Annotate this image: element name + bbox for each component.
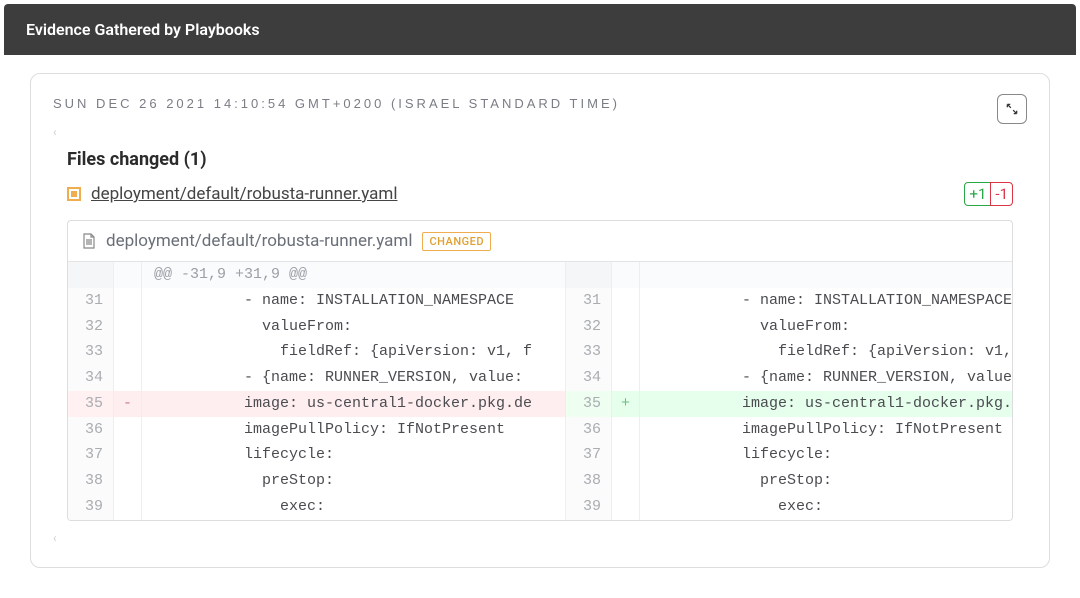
diff-container: deployment/default/robusta-runner.yaml C… (67, 220, 1013, 521)
diff-body: 313233343536373839 - @@ -31,9 +31,9 @@ -… (68, 262, 1012, 520)
line-number: 39 (566, 494, 611, 520)
line-number: 33 (68, 339, 113, 365)
section-title: Evidence Gathered by Playbooks (26, 20, 260, 39)
changed-badge: CHANGED (422, 232, 491, 251)
code-line: preStop: (142, 468, 565, 494)
code-line: preStop: (640, 468, 1013, 494)
diff-pane-old: 313233343536373839 - @@ -31,9 +31,9 @@ -… (68, 262, 566, 520)
code-line: - name: INSTALLATION_NAMESPACE (640, 288, 1013, 314)
code-line: - {name: RUNNER_VERSION, value: (142, 365, 565, 391)
line-number: 36 (566, 417, 611, 443)
expand-button[interactable] (997, 94, 1027, 124)
code-line: imagePullPolicy: IfNotPresent (142, 417, 565, 443)
code-line: image: us-central1-docker.pkg.de (142, 391, 565, 417)
line-number: 35 (566, 391, 611, 417)
file-path-link[interactable]: deployment/default/robusta-runner.yaml (91, 184, 397, 204)
hunk-header: @@ -31,9 +31,9 @@ (142, 262, 565, 288)
chevron-left-icon: ‹ (53, 531, 1027, 545)
line-number: 34 (566, 365, 611, 391)
code-line: - {name: RUNNER_VERSION, value: (640, 365, 1013, 391)
line-number: 32 (68, 314, 113, 340)
line-number: 35 (68, 391, 113, 417)
line-number: 32 (566, 314, 611, 340)
chevron-left-icon: ‹ (53, 125, 1027, 139)
line-number: 31 (566, 288, 611, 314)
code-line: exec: (640, 494, 1013, 520)
files-changed-heading: Files changed (1) (67, 149, 1013, 170)
code-line: valueFrom: (142, 314, 565, 340)
modified-indicator-icon (67, 187, 81, 201)
line-number: 37 (68, 442, 113, 468)
code-line: lifecycle: (640, 442, 1013, 468)
code-line: valueFrom: (640, 314, 1013, 340)
line-number: 34 (68, 365, 113, 391)
code-line: exec: (142, 494, 565, 520)
timestamp: SUN DEC 26 2021 14:10:54 GMT+0200 (ISRAE… (53, 96, 1027, 111)
code-line: fieldRef: {apiVersion: v1, f (142, 339, 565, 365)
diff-file-name: deployment/default/robusta-runner.yaml (106, 231, 412, 251)
section-header: Evidence Gathered by Playbooks (4, 4, 1076, 55)
additions-count: +1 (964, 182, 991, 206)
line-number: 38 (68, 468, 113, 494)
file-icon (82, 233, 96, 249)
diff-stats: +1 -1 (964, 182, 1013, 206)
deletions-count: -1 (990, 182, 1013, 206)
hunk-header (640, 262, 1013, 288)
diff-pane-new: 313233343536373839 + - name: INSTALLATIO… (566, 262, 1013, 520)
code-line: imagePullPolicy: IfNotPresent (640, 417, 1013, 443)
diff-file-header: deployment/default/robusta-runner.yaml C… (68, 221, 1012, 262)
code-line: image: us-central1-docker.pkg.de (640, 391, 1013, 417)
line-number: 39 (68, 494, 113, 520)
line-number: 36 (68, 417, 113, 443)
line-number: 38 (566, 468, 611, 494)
code-line: - name: INSTALLATION_NAMESPACE (142, 288, 565, 314)
code-line: fieldRef: {apiVersion: v1, f (640, 339, 1013, 365)
code-line: lifecycle: (142, 442, 565, 468)
line-number: 31 (68, 288, 113, 314)
expand-icon (1005, 102, 1019, 116)
evidence-panel: SUN DEC 26 2021 14:10:54 GMT+0200 (ISRAE… (30, 73, 1050, 568)
file-summary-row: deployment/default/robusta-runner.yaml +… (67, 182, 1013, 206)
line-number: 33 (566, 339, 611, 365)
line-number: 37 (566, 442, 611, 468)
